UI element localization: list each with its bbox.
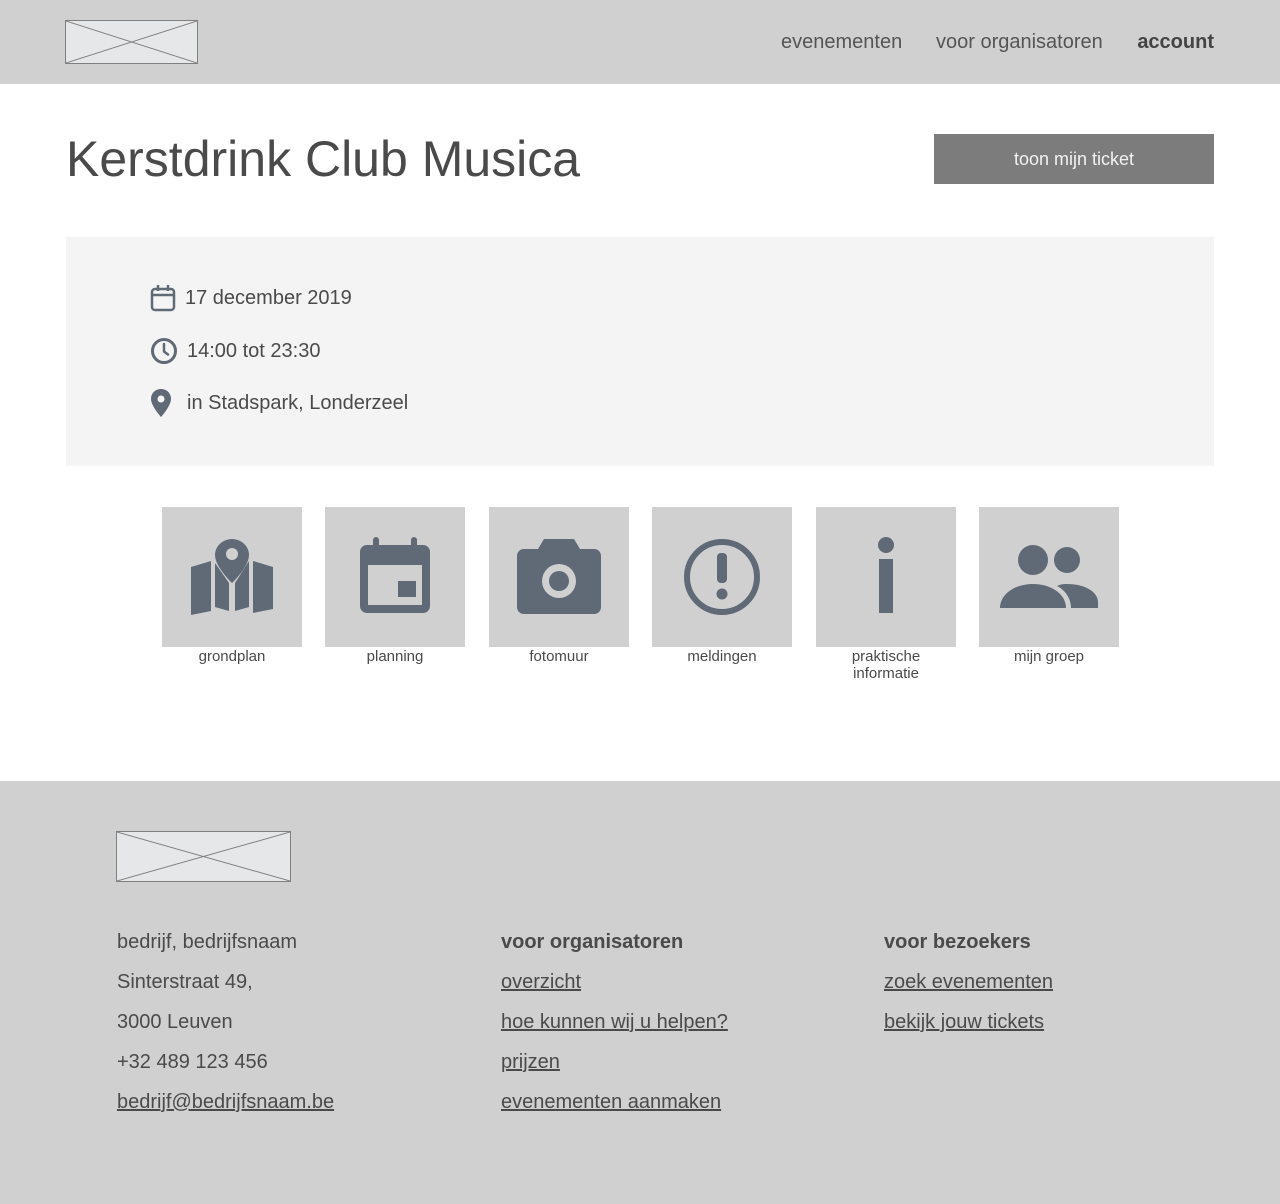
placeholder-cross-icon	[66, 21, 197, 63]
tile-photowall[interactable]: fotomuur	[489, 507, 629, 665]
logo-placeholder[interactable]	[65, 20, 198, 64]
show-ticket-button[interactable]: toon mijn ticket	[934, 134, 1214, 184]
tile-planning-box	[325, 507, 465, 647]
location-pin-icon	[151, 389, 171, 417]
group-icon	[1000, 545, 1098, 608]
tile-floorplan-box	[162, 507, 302, 647]
alert-icon	[684, 539, 760, 615]
tile-my-group-box	[979, 507, 1119, 647]
event-time: 14:00 tot 23:30	[187, 339, 321, 362]
nav-link-organizers[interactable]: voor organisatoren	[936, 30, 1103, 54]
tile-practical-info-box	[816, 507, 956, 647]
clock-icon	[151, 338, 177, 364]
footer-link-help[interactable]: hoe kunnen wij u helpen?	[501, 1011, 728, 1033]
company-email-link[interactable]: bedrijf@bedrijfsnaam.be	[117, 1091, 334, 1113]
tile-notifications-box	[652, 507, 792, 647]
footer-link-view-tickets[interactable]: bekijk jouw tickets	[884, 1011, 1044, 1033]
site-footer: bedrijf, bedrijfsnaam Sinterstraat 49, 3…	[0, 781, 1280, 1204]
footer-visitors-column: voor bezoekers zoek evenementen bekijk j…	[884, 929, 1053, 1049]
tile-practical-info[interactable]: praktische informatie	[816, 507, 956, 682]
footer-link-overview[interactable]: overzicht	[501, 971, 581, 993]
footer-link-create-events[interactable]: evenementen aanmaken	[501, 1091, 721, 1113]
event-location: in Stadspark, Londerzeel	[187, 391, 409, 414]
event-info-panel: 17 december 2019 14:00 tot 23:30 in Stad…	[66, 237, 1214, 466]
map-icon	[191, 539, 273, 615]
footer-organizers-heading: voor organisatoren	[501, 931, 684, 953]
tile-label: praktische informatie	[851, 648, 921, 682]
footer-link-prices[interactable]: prijzen	[501, 1051, 560, 1073]
tile-label: fotomuur	[529, 648, 589, 665]
footer-logo-placeholder[interactable]	[116, 831, 291, 882]
page-title: Kerstdrink Club Musica	[66, 131, 581, 187]
footer-link-search-events[interactable]: zoek evenementen	[884, 971, 1053, 993]
calendar-icon	[360, 537, 430, 613]
event-date-row: 17 december 2019	[150, 284, 352, 312]
tile-label: mijn groep	[1013, 648, 1085, 665]
event-date: 17 december 2019	[185, 286, 352, 309]
tile-floorplan[interactable]: grondplan	[162, 507, 302, 665]
placeholder-cross-icon	[117, 832, 290, 881]
tile-my-group[interactable]: mijn groep	[979, 507, 1119, 665]
tile-label: grondplan	[198, 648, 266, 665]
site-header: evenementen voor organisatoren account	[0, 0, 1280, 84]
tile-notifications[interactable]: meldingen	[652, 507, 792, 665]
nav-link-account[interactable]: account	[1137, 30, 1214, 54]
company-street: Sinterstraat 49,	[117, 971, 253, 993]
calendar-icon	[150, 285, 176, 312]
tile-label: meldingen	[687, 648, 757, 665]
company-phone: +32 489 123 456	[117, 1051, 268, 1073]
tile-photowall-box	[489, 507, 629, 647]
tile-label: planning	[366, 648, 424, 665]
footer-visitors-heading: voor bezoekers	[884, 931, 1031, 953]
tile-planning[interactable]: planning	[325, 507, 465, 665]
event-location-row: in Stadspark, Londerzeel	[150, 388, 408, 418]
footer-organizers-column: voor organisatoren overzicht hoe kunnen …	[501, 929, 728, 1129]
event-time-row: 14:00 tot 23:30	[150, 337, 320, 365]
company-name: bedrijf, bedrijfsnaam	[117, 931, 298, 953]
company-city: 3000 Leuven	[117, 1011, 233, 1033]
footer-company-info: bedrijf, bedrijfsnaam Sinterstraat 49, 3…	[117, 929, 334, 1129]
nav-link-events[interactable]: evenementen	[781, 30, 902, 54]
camera-icon	[517, 539, 601, 614]
info-icon	[878, 537, 894, 613]
